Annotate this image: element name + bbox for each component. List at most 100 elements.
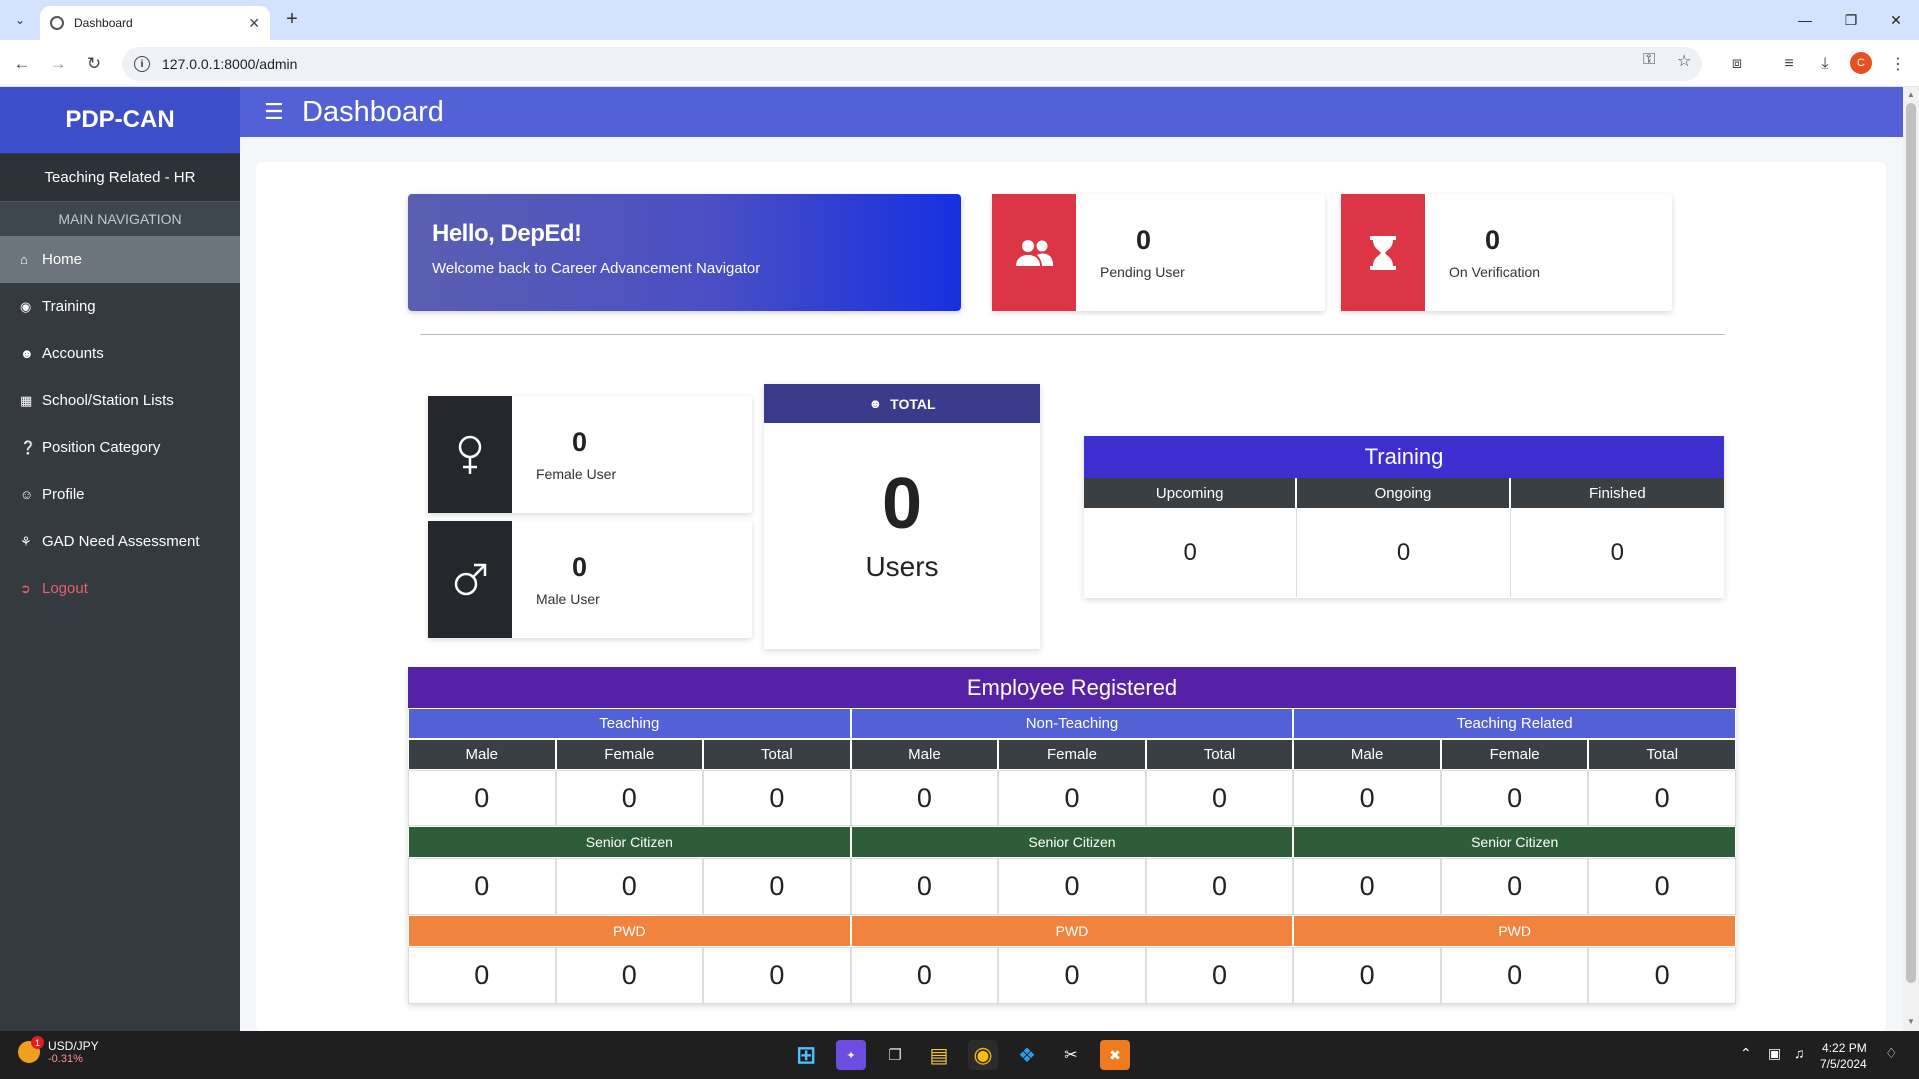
forward-icon[interactable]: → bbox=[44, 50, 72, 78]
table-cell: 0 bbox=[1145, 947, 1294, 1004]
col-total: Total bbox=[1588, 739, 1736, 770]
sidebar-item-profile[interactable]: ☺ Profile bbox=[0, 471, 240, 518]
sidebar-item-label: Position Category bbox=[42, 439, 161, 456]
training-finished-value: 0 bbox=[1610, 538, 1624, 566]
page-title: Dashboard bbox=[302, 95, 444, 128]
reading-list-icon[interactable]: ≡ bbox=[1775, 50, 1803, 78]
url-text: 127.0.0.1:8000/admin bbox=[162, 56, 298, 72]
group-header: Teaching Related bbox=[1293, 708, 1736, 739]
sidebar-item-label: Profile bbox=[42, 486, 85, 503]
hamburger-menu-icon[interactable]: ☰ bbox=[264, 99, 286, 125]
vscode-icon[interactable]: ❖ bbox=[1012, 1040, 1042, 1070]
table-cell: 0 bbox=[555, 858, 704, 915]
sidebar-item-position-category[interactable]: ❔ Position Category bbox=[0, 424, 240, 471]
sidebar-item-training[interactable]: ◉ Training bbox=[0, 283, 240, 330]
male-user-box[interactable]: 0 Male User bbox=[428, 521, 752, 638]
sidebar-item-school-station-lists[interactable]: ▦ School/Station Lists bbox=[0, 377, 240, 424]
browser-toolbar: ← → ↻ i 127.0.0.1:8000/admin ⚿ ☆ ⧈ ≡ ⤓ C… bbox=[0, 40, 1919, 87]
network-icon[interactable]: ▣ bbox=[1768, 1045, 1781, 1062]
on-verification-box[interactable]: 0 On Verification bbox=[1341, 194, 1672, 311]
col-female: Female bbox=[555, 739, 704, 770]
training-icon: ◉ bbox=[20, 298, 32, 314]
snipping-tool-icon[interactable]: ✂ bbox=[1056, 1040, 1086, 1070]
building-icon: ▦ bbox=[20, 392, 33, 408]
sidebar: PDP-CAN Teaching Related - HR MAIN NAVIG… bbox=[0, 87, 240, 1031]
col-total: Total bbox=[1145, 739, 1294, 770]
site-info-icon[interactable]: i bbox=[134, 56, 150, 72]
section-divider bbox=[420, 334, 1725, 335]
scroll-up-icon[interactable]: ▲ bbox=[1907, 90, 1915, 99]
stock-ticker-widget[interactable]: 1 USD/JPY -0.31% bbox=[18, 1036, 99, 1065]
minimize-icon[interactable]: — bbox=[1782, 0, 1828, 40]
training-table: Training Upcoming Ongoing Finished 0 0 0 bbox=[1084, 436, 1724, 598]
new-tab-icon[interactable]: + bbox=[280, 8, 304, 31]
sidebar-item-accounts[interactable]: ☻ Accounts bbox=[0, 330, 240, 377]
xampp-icon[interactable]: ✖ bbox=[1100, 1040, 1130, 1070]
on-verification-label: On Verification bbox=[1449, 264, 1541, 280]
table-cell: 0 bbox=[408, 947, 556, 1004]
senior-citizen-band: Senior Citizen bbox=[850, 826, 1294, 858]
table-cell: 0 bbox=[703, 947, 851, 1004]
users-icon bbox=[992, 194, 1076, 311]
table-cell: 0 bbox=[1588, 858, 1736, 915]
training-upcoming-value: 0 bbox=[1084, 508, 1298, 597]
sidebar-item-gad-need-assessment[interactable]: ⚘ GAD Need Assessment bbox=[0, 518, 240, 565]
clock-date: 7/5/2024 bbox=[1820, 1057, 1867, 1071]
table-cell: 0 bbox=[1588, 947, 1736, 1004]
table-cell: 0 bbox=[1440, 858, 1589, 915]
volume-icon[interactable]: ♫ bbox=[1794, 1045, 1805, 1061]
total-users-card: ☻ TOTAL 0 Users bbox=[764, 384, 1040, 649]
browser-menu-icon[interactable]: ⋮ bbox=[1884, 50, 1912, 78]
table-cell: 0 bbox=[1145, 770, 1294, 826]
scroll-down-icon[interactable]: ▼ bbox=[1907, 1017, 1915, 1026]
password-key-icon[interactable]: ⚿ bbox=[1643, 51, 1655, 69]
logout-icon: ➲ bbox=[20, 580, 31, 596]
task-view-icon[interactable]: ❐ bbox=[880, 1040, 910, 1070]
browser-tabstrip: ⌄ Dashboard ✕ + — ❐ ✕ bbox=[0, 0, 1919, 40]
scrollbar-thumb[interactable] bbox=[1906, 103, 1916, 983]
sidebar-item-logout[interactable]: ➲ Logout bbox=[0, 565, 240, 612]
browser-tab-dashboard[interactable]: Dashboard ✕ bbox=[40, 6, 270, 40]
col-female: Female bbox=[998, 739, 1146, 770]
total-users-count: 0 bbox=[881, 464, 923, 544]
file-explorer-icon[interactable]: ▤ bbox=[924, 1040, 954, 1070]
sidebar-item-home[interactable]: ⌂ Home bbox=[0, 236, 240, 283]
tab-close-icon[interactable]: ✕ bbox=[248, 15, 260, 32]
restore-icon[interactable]: ❐ bbox=[1828, 0, 1874, 40]
system-clock[interactable]: 4:22 PM 7/5/2024 bbox=[1820, 1040, 1867, 1072]
show-hidden-icons-icon[interactable]: ⌃ bbox=[1740, 1045, 1752, 1062]
female-symbol-icon bbox=[428, 396, 512, 513]
tab-search-icon[interactable]: ⌄ bbox=[8, 8, 32, 32]
male-symbol-icon bbox=[428, 521, 512, 638]
top-navbar: ☰ Dashboard bbox=[240, 87, 1903, 137]
table-cell: 0 bbox=[1293, 770, 1441, 826]
window-close-icon[interactable]: ✕ bbox=[1873, 0, 1919, 40]
notification-bell-icon[interactable]: ♢ bbox=[1885, 1045, 1898, 1062]
sidebar-item-label: Training bbox=[42, 298, 96, 315]
tab-title: Dashboard bbox=[74, 16, 133, 30]
female-user-box[interactable]: 0 Female User bbox=[428, 396, 752, 513]
employee-registered-table: Employee Registered Teaching Male Female… bbox=[408, 667, 1736, 1004]
extensions-icon[interactable]: ⧈ bbox=[1723, 50, 1751, 78]
copilot-icon[interactable]: ✦ bbox=[836, 1040, 866, 1070]
back-icon[interactable]: ← bbox=[8, 50, 36, 78]
table-cell: 0 bbox=[408, 770, 556, 826]
reload-icon[interactable]: ↻ bbox=[80, 50, 108, 78]
page-scrollbar[interactable]: ▲ ▼ bbox=[1903, 87, 1919, 1031]
female-user-count: 0 bbox=[572, 427, 588, 457]
address-bar[interactable]: i 127.0.0.1:8000/admin bbox=[122, 47, 1702, 81]
group-non-teaching: Non-Teaching Male Female Total 0 0 0 Sen… bbox=[850, 708, 1294, 1004]
male-user-label: Male User bbox=[536, 591, 600, 607]
greeting-title: Hello, DepEd! bbox=[432, 220, 582, 247]
bookmark-star-icon[interactable]: ☆ bbox=[1677, 51, 1691, 71]
download-icon[interactable]: ⤓ bbox=[1811, 50, 1839, 78]
globe-icon bbox=[50, 16, 64, 30]
pending-user-box[interactable]: 0 Pending User bbox=[992, 194, 1325, 311]
senior-citizen-band: Senior Citizen bbox=[408, 826, 851, 858]
chrome-icon[interactable]: ◉ bbox=[968, 1040, 998, 1070]
brand-logo[interactable]: PDP-CAN bbox=[0, 87, 240, 154]
group-header: Non-Teaching bbox=[850, 708, 1294, 739]
windows-start-icon[interactable]: ⊞ bbox=[791, 1040, 821, 1070]
profile-avatar[interactable]: C bbox=[1850, 52, 1872, 74]
ticker-symbol: USD/JPY bbox=[48, 1039, 99, 1053]
